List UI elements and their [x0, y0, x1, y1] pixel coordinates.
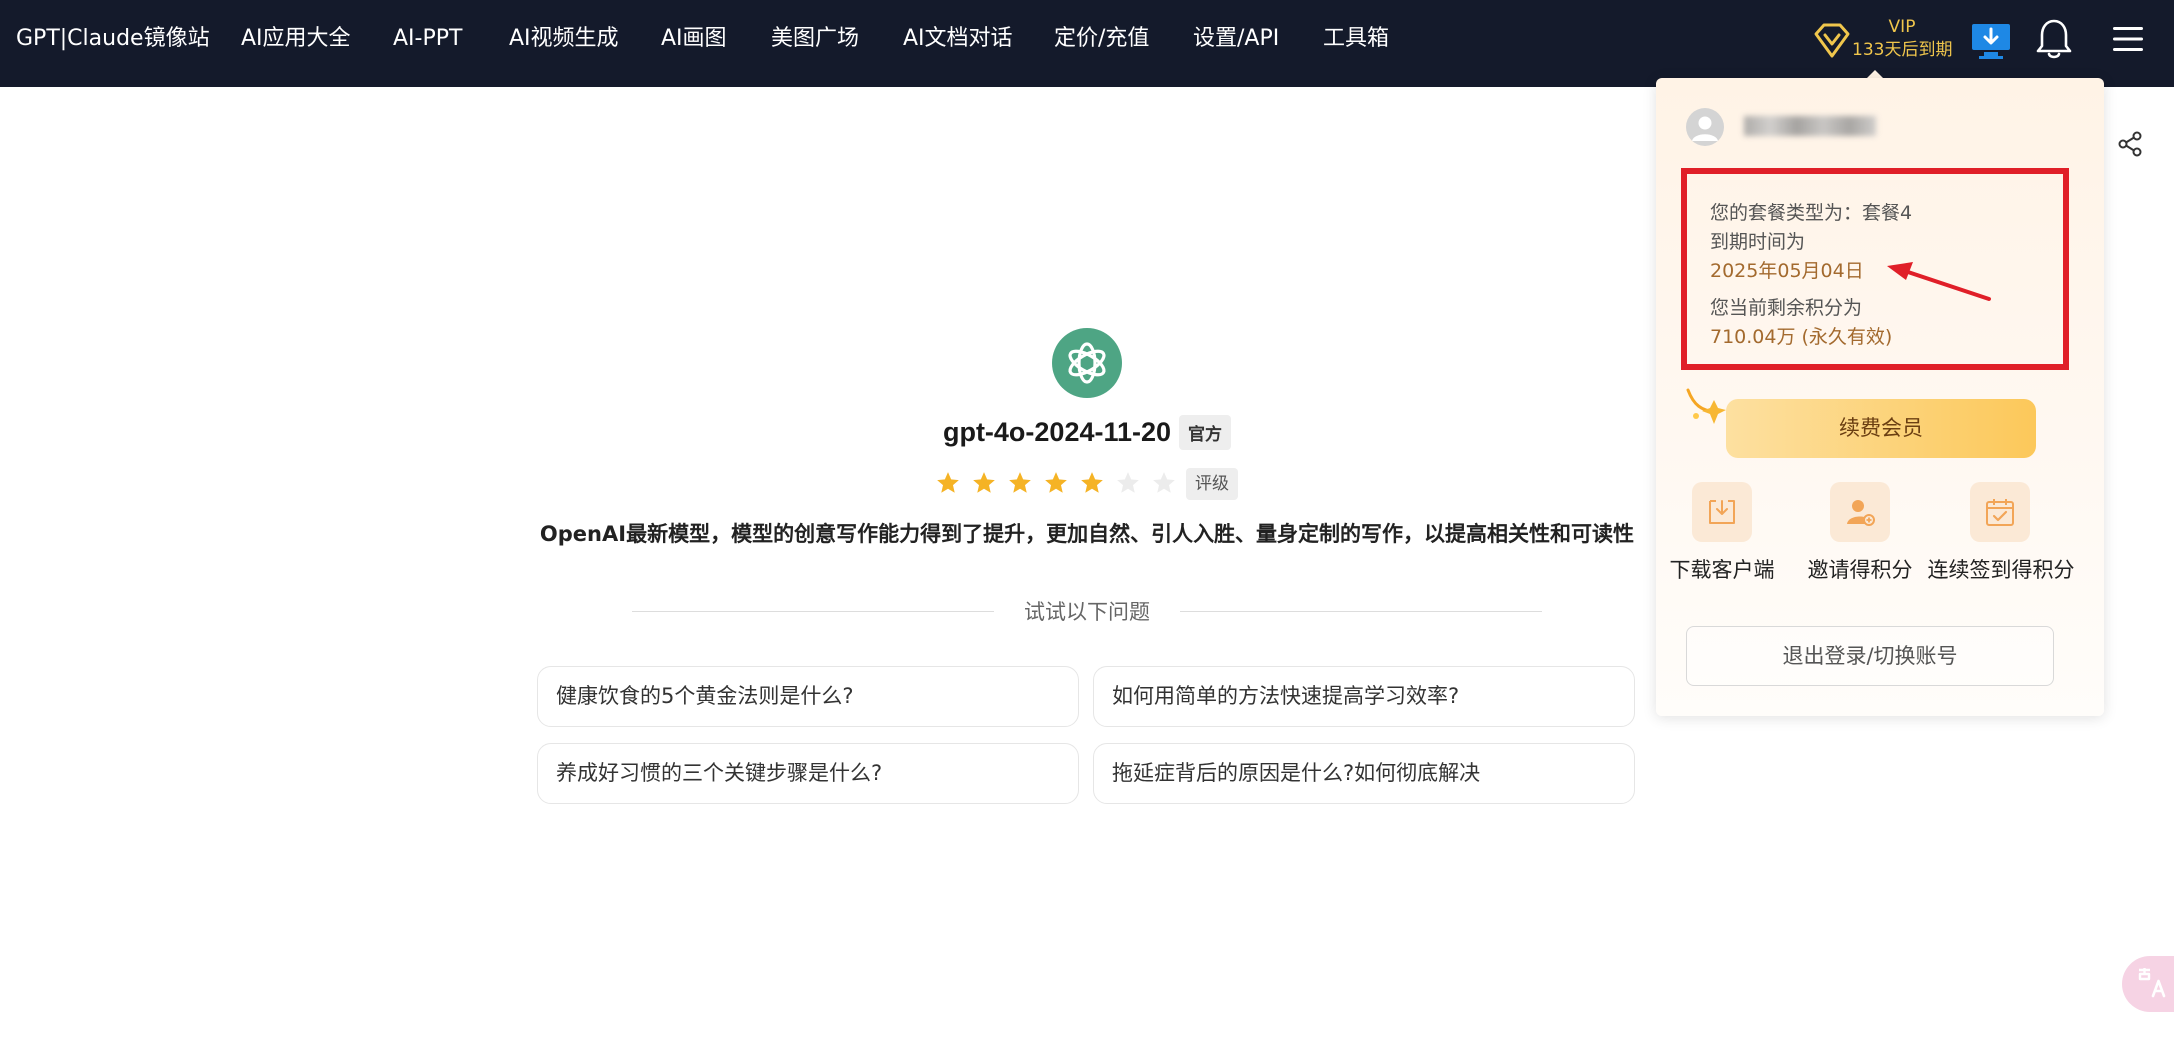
vip-status[interactable]: VIP 133天后到期	[1852, 16, 1952, 62]
nav-item-mirror-site[interactable]: GPT|Claude镜像站	[16, 24, 210, 54]
translate-icon	[2138, 968, 2166, 998]
avatar[interactable]	[1686, 108, 1724, 146]
username-redacted	[1744, 116, 1876, 136]
download-client-icon[interactable]	[1970, 20, 2012, 62]
star-filled-icon	[1009, 472, 1031, 493]
suggested-question-card[interactable]: 养成好习惯的三个关键步骤是什么?	[537, 743, 1079, 804]
star-filled-icon	[973, 472, 995, 493]
vip-label: VIP	[1888, 17, 1916, 37]
star-empty-icon	[1117, 472, 1139, 493]
official-badge: 官方	[1179, 415, 1232, 450]
nav-item-ai-apps[interactable]: AI应用大全	[241, 24, 351, 54]
download-tray-icon	[1709, 500, 1735, 524]
logout-switch-account-button[interactable]: 退出登录/切换账号	[1686, 626, 2054, 686]
suggested-question-card[interactable]: 如何用简单的方法快速提高学习效率?	[1093, 666, 1635, 727]
suggested-question-card[interactable]: 拖延症背后的原因是什么?如何彻底解决	[1093, 743, 1635, 804]
nav-item-settings-api[interactable]: 设置/API	[1193, 24, 1279, 54]
try-questions-label: 试试以下问题	[1024, 600, 1150, 624]
plan-type: 您的套餐类型为：套餐4	[1710, 202, 1913, 224]
bell-icon[interactable]	[2036, 18, 2072, 60]
hamburger-menu-icon[interactable]	[2113, 26, 2143, 52]
translate-button[interactable]	[2122, 956, 2174, 1012]
expire-date: 2025年05月04日	[1710, 260, 1864, 282]
renew-membership-button[interactable]: 续费会员	[1726, 399, 2036, 458]
points-value: 710.04万 (永久有效)	[1710, 326, 1893, 348]
download-client-label[interactable]: 下载客户端	[1667, 554, 1777, 584]
expire-label: 到期时间为	[1710, 231, 1806, 253]
nav-item-gallery[interactable]: 美图广场	[771, 24, 859, 54]
invite-tile[interactable]	[1830, 482, 1890, 542]
nav-item-toolbox[interactable]: 工具箱	[1323, 24, 1389, 54]
star-filled-icon	[937, 472, 959, 493]
divider-right	[1180, 611, 1542, 612]
nav-item-doc-chat[interactable]: AI文档对话	[903, 24, 1013, 54]
user-dropdown-panel: 您的套餐类型为：套餐4 到期时间为 2025年05月04日 您当前剩余积分为 7…	[1656, 78, 2104, 716]
star-empty-icon	[1153, 472, 1175, 493]
vip-diamond-icon[interactable]	[1812, 20, 1852, 60]
suggested-question-card[interactable]: 健康饮食的5个黄金法则是什么?	[537, 666, 1079, 727]
nav-item-ai-video[interactable]: AI视频生成	[509, 24, 619, 54]
share-icon[interactable]	[2116, 130, 2144, 158]
annotation-arrow-icon	[1887, 262, 1991, 301]
checkin-tile[interactable]	[1970, 482, 2030, 542]
rating-label: 评级	[1186, 468, 1238, 500]
invite-points-label[interactable]: 邀请得积分	[1804, 554, 1916, 584]
crown-sparkle-icon	[1686, 388, 1726, 424]
nav-item-pricing[interactable]: 定价/充值	[1054, 24, 1149, 54]
vip-expiry-countdown: 133天后到期	[1852, 40, 1953, 60]
nav-item-ai-ppt[interactable]: AI-PPT	[393, 24, 462, 54]
top-nav-bar: GPT|Claude镜像站 AI应用大全 AI-PPT AI视频生成 AI画图 …	[0, 0, 2174, 87]
star-filled-icon	[1081, 472, 1103, 493]
nav-item-ai-drawing[interactable]: AI画图	[661, 24, 727, 54]
divider-left	[632, 611, 994, 612]
points-label: 您当前剩余积分为	[1710, 297, 1863, 319]
model-name: gpt-4o-2024-11-20	[942, 417, 1172, 447]
user-avatar-icon	[1692, 116, 1718, 141]
checkin-points-label[interactable]: 连续签到得积分	[1926, 554, 2076, 584]
calendar-check-icon	[1986, 499, 2014, 526]
openai-logo-icon	[1052, 328, 1122, 398]
invite-user-icon	[1847, 500, 1875, 526]
star-filled-icon	[1045, 472, 1067, 493]
download-client-tile[interactable]	[1692, 482, 1752, 542]
